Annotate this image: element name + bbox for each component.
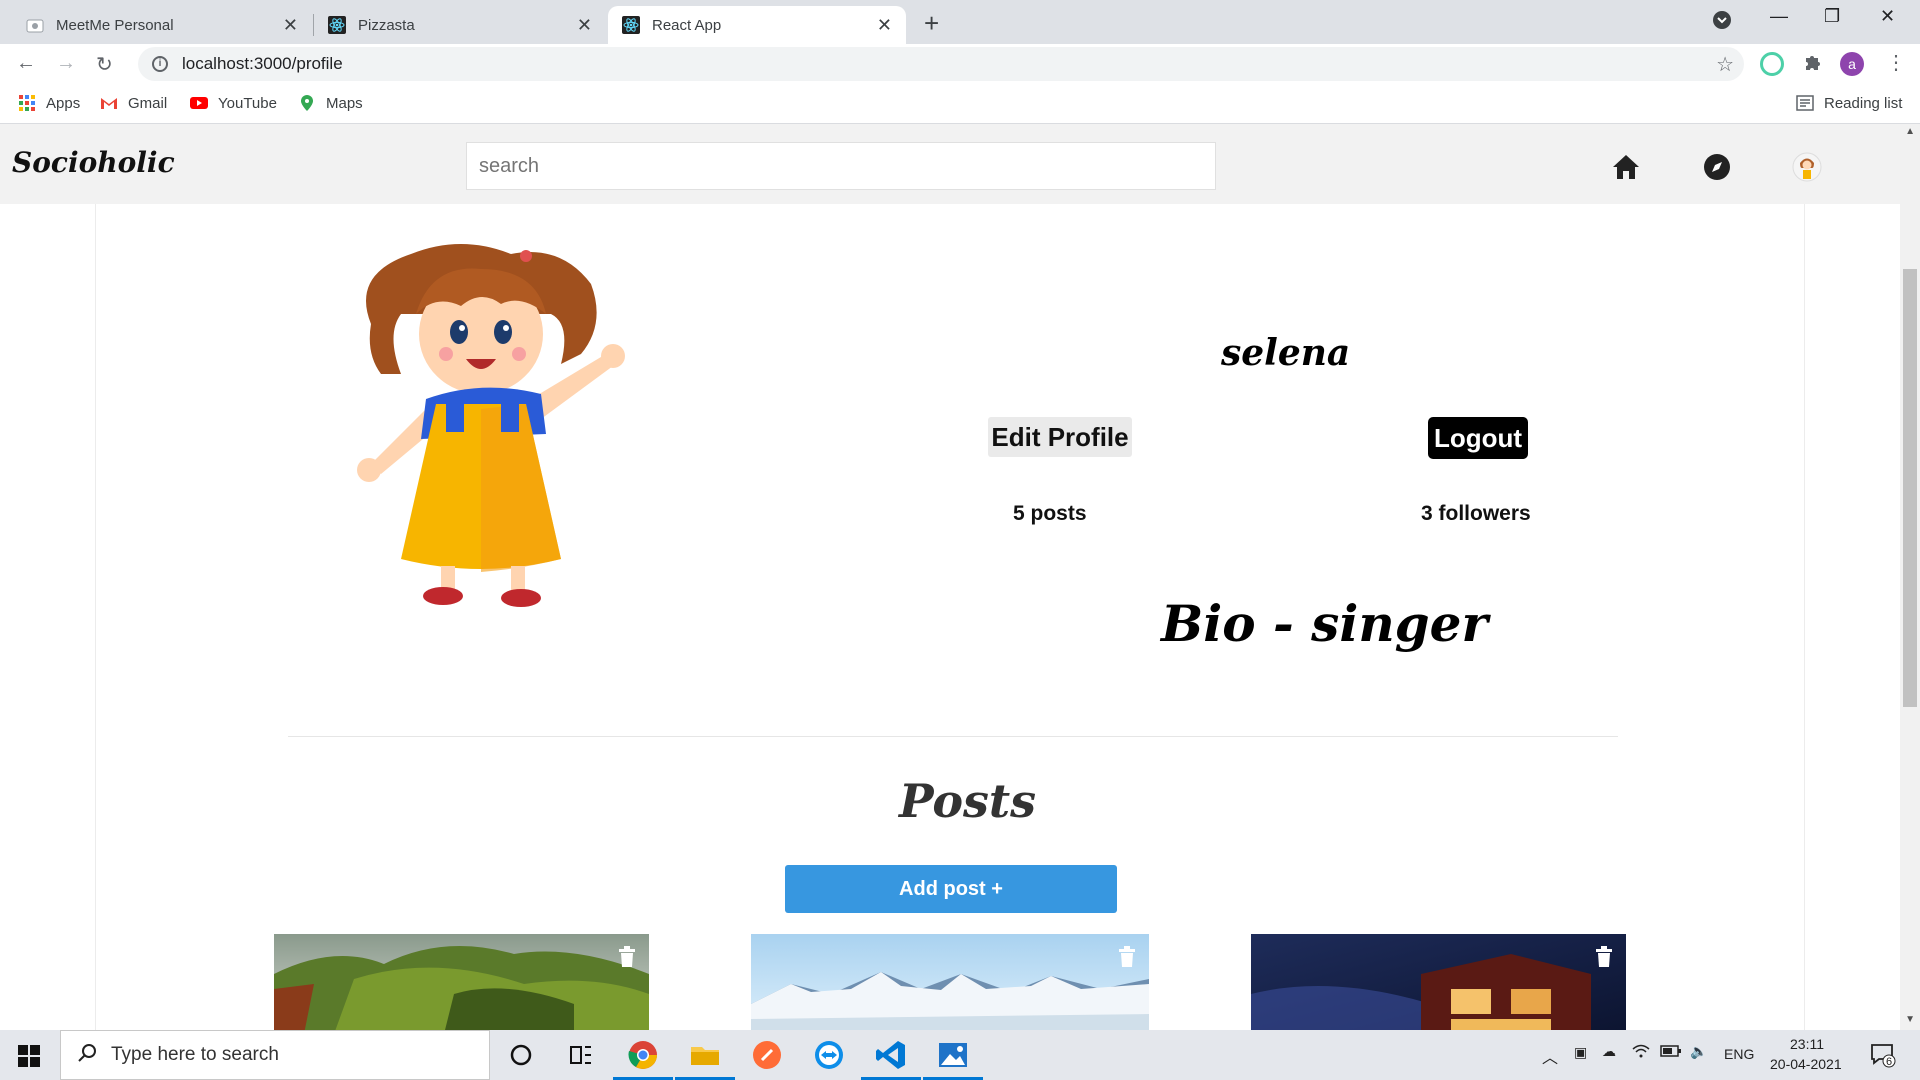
close-tab-icon[interactable]: ✕ [577,15,592,36]
reading-list-icon [1796,94,1814,112]
tab-search-icon[interactable] [1712,10,1732,35]
bookmark-star-icon[interactable]: ☆ [1716,52,1734,77]
bookmark-apps[interactable]: Apps [18,94,80,112]
task-view-icon[interactable] [564,1038,598,1072]
section-divider [288,736,1618,737]
post-thumbnail-forest[interactable] [274,934,649,1030]
react-logo-icon [622,16,640,34]
react-logo-icon [328,16,346,34]
url-text: localhost:3000/profile [182,54,343,73]
profile-picture[interactable] [331,234,651,614]
gmail-icon [100,94,118,112]
posts-heading: Posts [899,774,1037,828]
reading-list-button[interactable]: Reading list [1796,94,1902,112]
bookmark-label: Gmail [128,94,168,112]
app-navbar: Socioholic [0,124,1900,204]
teamviewer-icon[interactable] [812,1038,846,1072]
search-icon [77,1043,97,1068]
new-tab-icon[interactable]: + [924,8,939,39]
youtube-icon [190,94,208,112]
cortana-icon[interactable] [504,1038,538,1072]
profile-username: selena [1221,332,1351,374]
brand-logo[interactable]: Socioholic [12,146,175,179]
add-post-button[interactable]: Add post + [785,865,1117,913]
language-indicator[interactable]: ENG [1724,1046,1754,1062]
wifi-icon[interactable] [1632,1043,1650,1062]
search-input[interactable] [466,142,1216,190]
onedrive-icon[interactable]: ☁ [1602,1043,1616,1060]
profile-avatar[interactable]: a [1840,52,1864,76]
camera-icon [26,16,44,34]
tab-title: Pizzasta [358,16,415,34]
menu-dots-icon[interactable]: ⋮ [1886,50,1906,75]
posts-count: 5 posts [1013,502,1087,525]
clock-date[interactable]: 20-04-2021 [1770,1056,1842,1072]
tab-meetme[interactable]: MeetMe Personal ✕ [12,6,312,44]
reload-icon[interactable]: ↻ [96,52,113,77]
logout-button[interactable]: Logout [1428,417,1528,459]
tab-pizzasta[interactable]: Pizzasta ✕ [314,6,606,44]
address-bar[interactable]: i localhost:3000/profile ☆ [138,47,1744,81]
battery-icon[interactable] [1660,1044,1682,1061]
close-window-icon[interactable]: ✕ [1880,6,1895,27]
clock-time[interactable]: 23:11 [1790,1036,1824,1052]
profile-card: selena Edit Profile Logout 5 posts 3 fol… [95,204,1805,1030]
postman-icon[interactable] [750,1038,784,1072]
bookmark-maps[interactable]: Maps [298,94,363,112]
bookmark-label: Apps [46,94,81,112]
tab-title: MeetMe Personal [56,16,174,34]
bookmark-label: Maps [326,94,363,112]
extension-icon[interactable] [1760,52,1784,76]
edit-profile-button[interactable]: Edit Profile [988,417,1132,457]
tab-title: React App [652,16,722,34]
trash-icon[interactable] [1117,946,1137,968]
minimize-icon[interactable]: — [1770,6,1788,27]
taskbar-search-placeholder: Type here to search [111,1044,279,1065]
notification-count: 6 [1886,1056,1893,1068]
scrollbar-thumb[interactable] [1903,269,1917,707]
close-tab-icon[interactable]: ✕ [283,15,298,36]
post-thumbnail-house[interactable] [1251,934,1626,1030]
trash-icon[interactable] [1594,946,1614,968]
tab-react-app[interactable]: React App ✕ [608,6,906,44]
scroll-down-icon[interactable]: ▼ [1905,1014,1915,1025]
file-explorer-icon[interactable] [688,1038,722,1072]
restore-icon[interactable]: ❐ [1824,6,1840,27]
windows-start-icon[interactable] [18,1045,40,1067]
post-thumbnail-mountains[interactable] [751,934,1149,1030]
followers-count[interactable]: 3 followers [1421,502,1531,526]
page-scrollbar[interactable]: ▲ ▼ [1900,124,1920,1030]
photos-icon[interactable] [936,1038,970,1072]
bookmark-youtube[interactable]: YouTube [190,94,277,112]
bookmark-label: YouTube [218,94,277,112]
meet-now-icon[interactable]: ▣ [1574,1044,1587,1061]
site-info-icon[interactable]: i [152,56,168,72]
puzzle-extensions-icon[interactable] [1800,52,1824,76]
back-icon[interactable]: ← [16,52,36,75]
taskbar-search[interactable]: Type here to search [60,1030,490,1080]
browser-tab-bar: MeetMe Personal ✕ Pizzasta ✕ React App ✕… [0,0,1920,44]
compass-icon[interactable] [1702,152,1732,182]
forward-icon[interactable]: → [56,52,76,75]
home-icon[interactable] [1611,152,1641,182]
apps-grid-icon [18,94,36,112]
vscode-icon[interactable] [874,1038,908,1072]
windows-taskbar: Type here to search ︿ ▣ ☁ 🔈 ENG 23:11 20… [0,1030,1920,1080]
scroll-up-icon[interactable]: ▲ [1905,126,1915,137]
close-tab-icon[interactable]: ✕ [877,15,892,36]
browser-toolbar: ← → ↻ i localhost:3000/profile ☆ a ⋮ [0,44,1920,84]
page-viewport: Socioholic search selena Edit Profile Lo… [0,124,1920,1030]
reading-list-label: Reading list [1824,94,1903,112]
trash-icon[interactable] [617,946,637,968]
volume-icon[interactable]: 🔈 [1690,1043,1707,1060]
bookmarks-bar: Apps Gmail YouTube Maps Reading list [0,84,1920,124]
chrome-icon[interactable] [626,1038,660,1072]
maps-icon [298,94,316,112]
bookmark-gmail[interactable]: Gmail [100,94,167,112]
profile-bio: Bio - singer [1161,594,1488,653]
tray-chevron-icon[interactable]: ︿ [1542,1044,1558,1068]
profile-avatar-icon[interactable] [1792,152,1822,182]
